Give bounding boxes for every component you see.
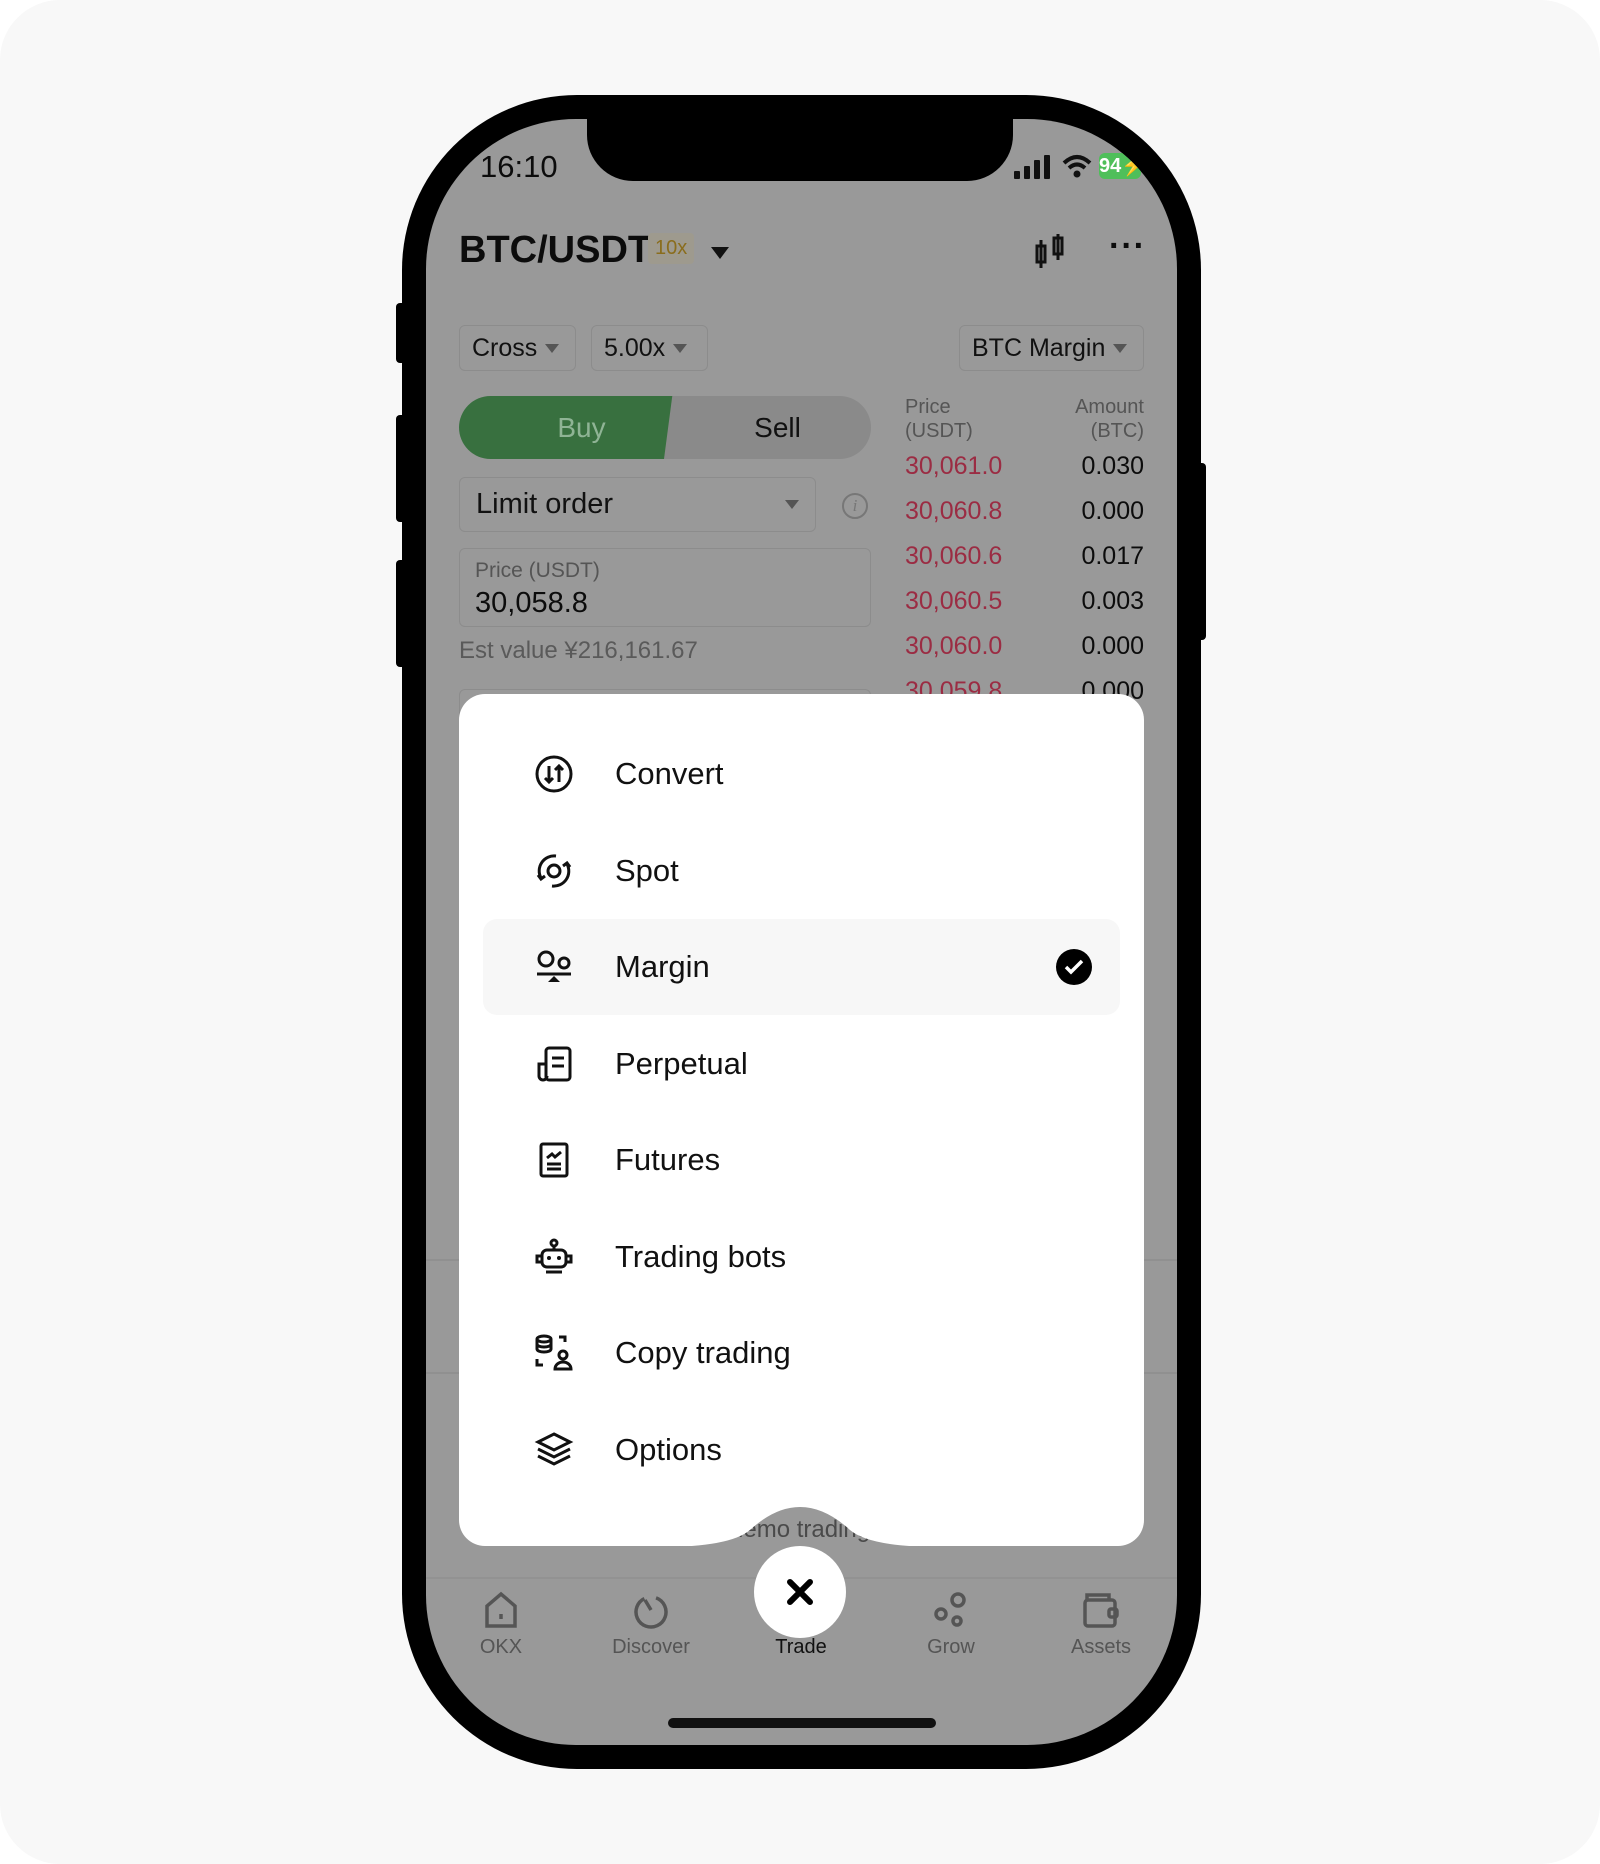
menu-item-label: Trading bots [615, 1238, 787, 1274]
menu-item-label: Options [615, 1431, 722, 1467]
chevron-down-icon [673, 343, 688, 353]
menu-item-label: Convert [615, 756, 724, 791]
ask-amount[interactable]: 0.017 [1081, 542, 1144, 571]
leverage-label: 5.00x [604, 333, 666, 362]
ask-price[interactable]: 30,060.5 [905, 587, 1002, 616]
menu-item-label: Futures [615, 1142, 721, 1177]
battery-indicator: 94⚡ [1099, 153, 1147, 179]
tab-discover[interactable]: Discover [591, 1590, 711, 1659]
battery-level: 94 [1099, 155, 1122, 177]
wifi-icon [1062, 155, 1092, 178]
header-line: (BTC) [1090, 420, 1144, 442]
ask-amount[interactable]: 0.030 [1081, 452, 1144, 481]
more-icon[interactable]: ··· [1109, 227, 1146, 266]
margin-mode-label: Cross [472, 333, 538, 362]
check-circle-icon [1056, 949, 1092, 985]
ask-price[interactable]: 30,060.6 [905, 542, 1002, 571]
convert-icon [535, 755, 573, 793]
margin-currency-dropdown[interactable]: BTC Margin [959, 325, 1144, 371]
tab-okx-icon [485, 1591, 517, 1628]
robot-icon [535, 1238, 573, 1273]
info-icon[interactable]: i [842, 493, 868, 519]
ask-price[interactable]: 30,060.8 [905, 497, 1002, 526]
est-value: Est value ¥216,161.67 [459, 637, 698, 664]
menu-item-label: Spot [615, 852, 679, 888]
menu-item-copy-trading[interactable]: Copy trading [483, 1305, 1120, 1401]
home-indicator [668, 1718, 936, 1728]
ask-amount[interactable]: 0.000 [1081, 632, 1144, 661]
margin-currency-label: BTC Margin [972, 333, 1106, 362]
perpetual-icon [537, 1046, 572, 1081]
chevron-down-icon [785, 500, 799, 509]
chevron-down-icon [1113, 343, 1128, 353]
chevron-down-icon [545, 343, 560, 353]
menu-item-label: Margin [615, 949, 710, 984]
margin-mode-dropdown[interactable]: Cross [459, 325, 576, 371]
leverage-badge: 10x [648, 233, 695, 264]
tab-label: Grow [927, 1636, 975, 1658]
background-demo-trading-text: demo trading [730, 1516, 870, 1543]
sell-tab[interactable]: Sell [664, 396, 871, 459]
price-input[interactable]: Price (USDT) 30,058.8 [459, 548, 871, 627]
header-line: Price [905, 396, 951, 418]
menu-item-margin[interactable]: Margin [483, 919, 1120, 1015]
tab-label: Assets [1070, 1636, 1132, 1658]
status-time: 16:10 [480, 149, 558, 184]
menu-item-spot[interactable]: Spot [483, 823, 1120, 919]
layers-icon [534, 1431, 574, 1466]
tab-grow-icon [934, 1592, 966, 1627]
margin-icon [537, 950, 571, 982]
tab-label: Trade [775, 1636, 827, 1658]
spot-icon [536, 853, 572, 888]
order-type-dropdown[interactable]: Limit order [459, 477, 816, 532]
ask-price[interactable]: 30,061.0 [905, 452, 1002, 481]
ask-amount[interactable]: 0.000 [1081, 497, 1144, 526]
tab-assets-icon [1083, 1593, 1119, 1628]
price-input-value: 30,058.8 [475, 587, 588, 619]
pair-dropdown-icon[interactable] [711, 247, 729, 259]
tab-okx[interactable]: OKX [441, 1590, 561, 1659]
pair-title[interactable]: BTC/USDT [459, 229, 651, 272]
tab-trade[interactable]: Trade [741, 1590, 861, 1659]
menu-item-label: Copy trading [615, 1335, 791, 1370]
tab-label: Discover [612, 1636, 690, 1658]
tab-grow[interactable]: Grow [891, 1590, 1011, 1659]
price-input-label: Price (USDT) [475, 559, 600, 582]
candlestick-icon[interactable] [1034, 234, 1070, 270]
ask-amount[interactable]: 0.003 [1081, 587, 1144, 616]
order-type-label: Limit order [476, 488, 613, 520]
orderbook-amount-header: Amount (BTC) [1075, 395, 1144, 443]
menu-item-trading-bots[interactable]: Trading bots [483, 1209, 1120, 1305]
menu-item-perpetual[interactable]: Perpetual [483, 1016, 1120, 1112]
tab-label: OKX [479, 1636, 523, 1658]
trade-type-menu: Convert Spot Margin Perpetual Futures Tr… [459, 694, 1144, 1546]
ask-price[interactable]: 30,060.0 [905, 632, 1002, 661]
notch [587, 119, 1013, 181]
menu-bump-cutout: demo trading [660, 1507, 940, 1550]
copy-trading-icon [535, 1334, 573, 1371]
menu-item-label: Perpetual [615, 1045, 748, 1081]
futures-icon [539, 1142, 569, 1178]
header-line: (USDT) [905, 420, 973, 442]
tab-assets[interactable]: Assets [1041, 1590, 1161, 1659]
leverage-dropdown[interactable]: 5.00x [591, 325, 708, 371]
tab-discover-icon [634, 1595, 668, 1629]
menu-item-futures[interactable]: Futures [483, 1112, 1120, 1208]
signal-icon [1014, 155, 1050, 179]
menu-item-convert[interactable]: Convert [483, 726, 1120, 822]
header-line: Amount [1075, 396, 1144, 418]
orderbook-price-header: Price (USDT) [905, 395, 973, 443]
